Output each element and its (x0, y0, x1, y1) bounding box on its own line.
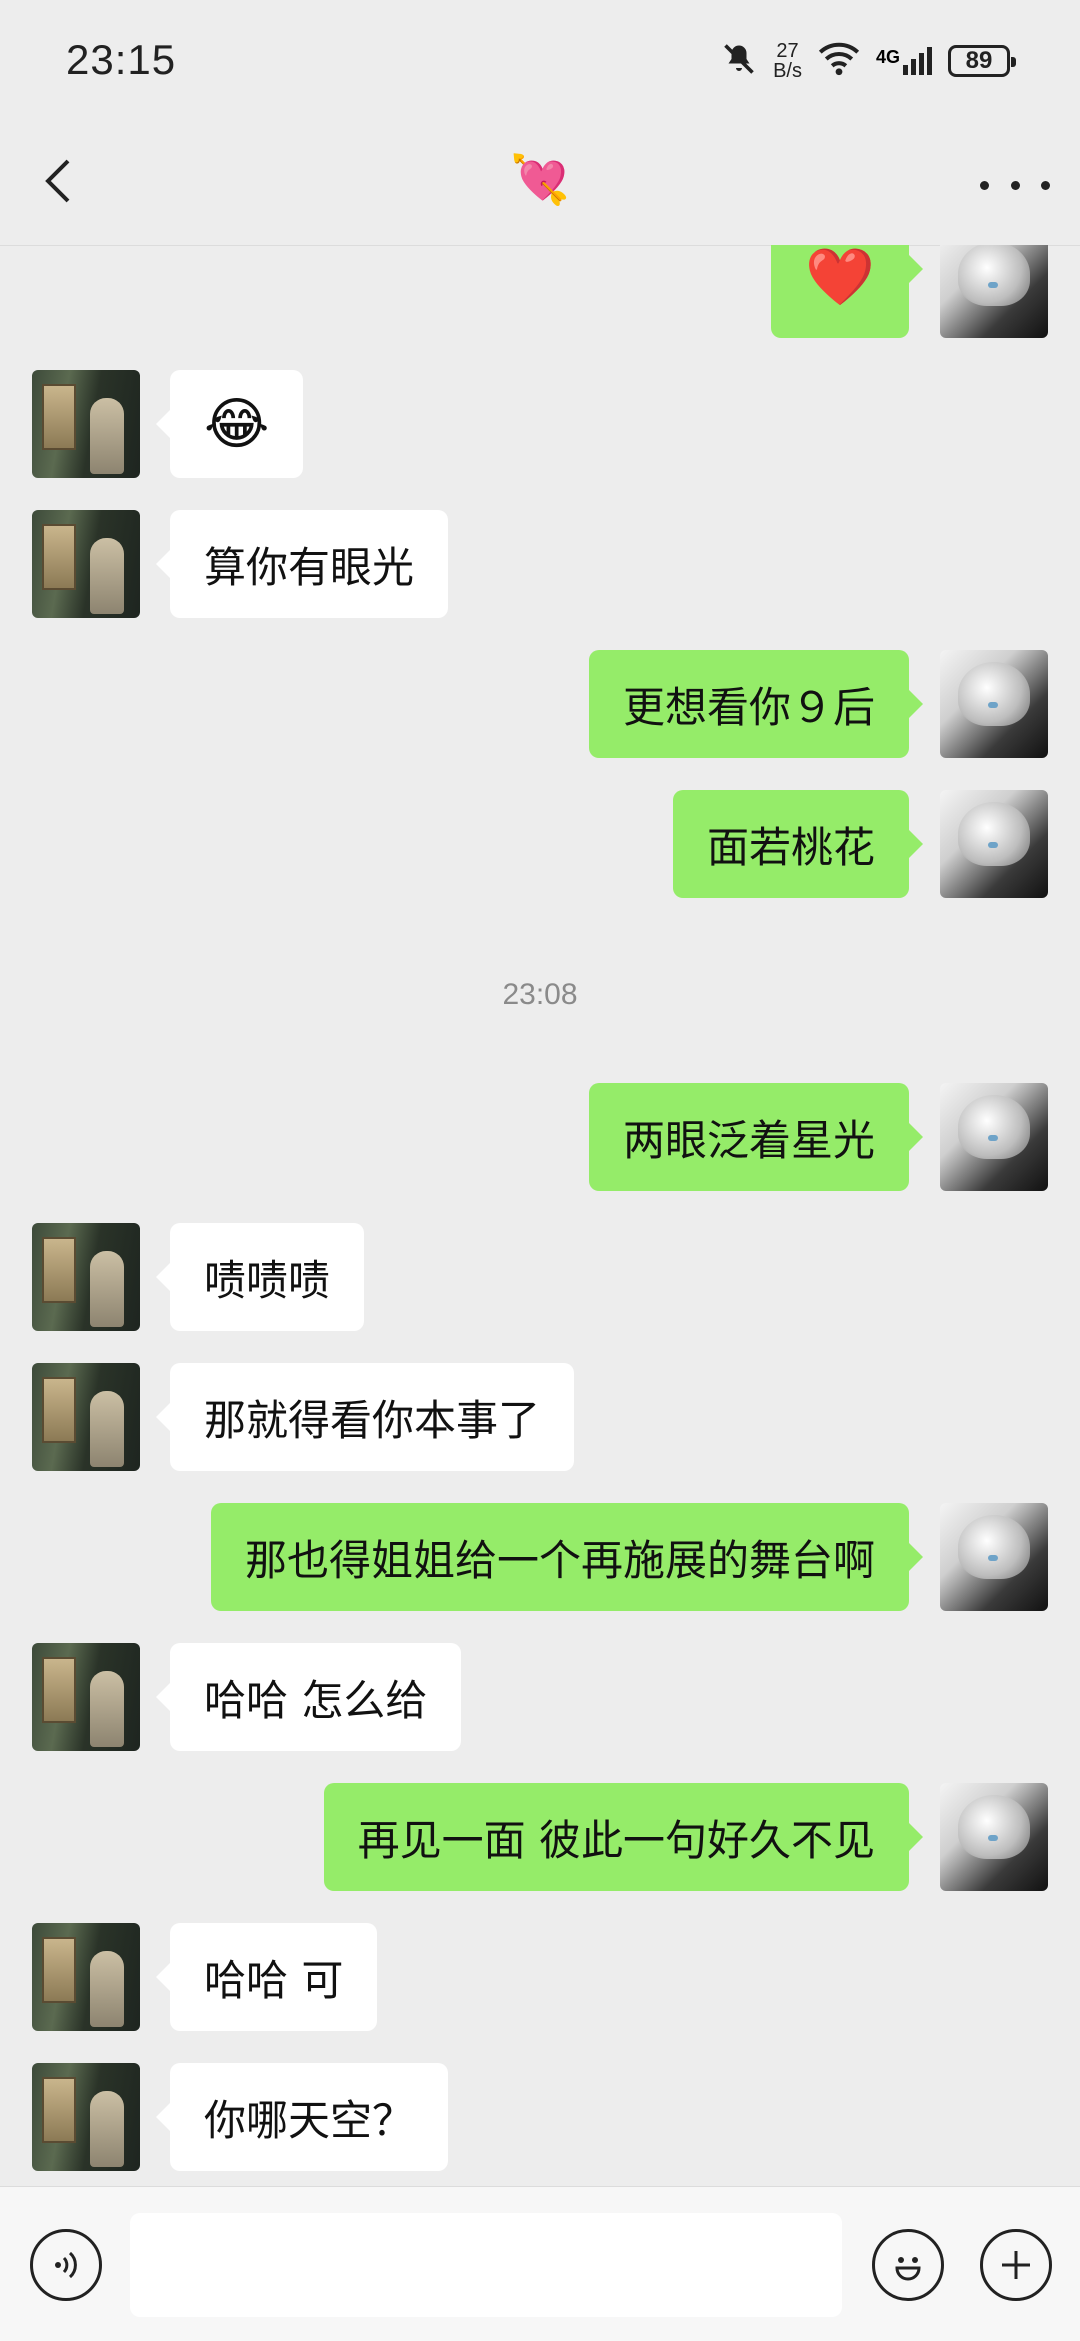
message-text: 再见一面 彼此一句好久不见 (357, 1815, 875, 1865)
contact-avatar[interactable] (32, 370, 140, 478)
message-input[interactable] (130, 2213, 842, 2317)
network-speed-unit: B/s (773, 60, 802, 82)
laughing-emoji: 😂 (204, 391, 270, 457)
voice-icon (55, 2251, 77, 2279)
message-bubble[interactable]: 算你有眼光 (155, 510, 449, 618)
network-type: 4G (875, 47, 900, 67)
message-bubble[interactable]: 那也得姐姐给一个再施展的舞台啊 (210, 1503, 924, 1611)
voice-button[interactable] (30, 2229, 102, 2301)
self-avatar[interactable] (940, 1083, 1048, 1191)
heart-emoji: ❤️ (805, 245, 875, 310)
message-text: 你哪天空？ (204, 2095, 415, 2145)
contact-avatar[interactable] (32, 1643, 140, 1751)
self-avatar[interactable] (940, 1503, 1048, 1611)
contact-avatar[interactable] (32, 2063, 140, 2171)
message-text: 算你有眼光 (204, 542, 415, 592)
self-avatar[interactable] (940, 790, 1048, 898)
battery-indicator: 89 (948, 45, 1016, 77)
contact-avatar[interactable] (32, 1923, 140, 2031)
cellular-signal-icon: 4G (876, 47, 932, 75)
status-icons: 27 B/s 4G 89 (721, 38, 1016, 84)
self-avatar[interactable] (940, 245, 1048, 338)
message-bubble[interactable]: ❤️ (771, 245, 923, 338)
message-text: 面若桃花 (706, 822, 875, 872)
message-bubble[interactable]: 两眼泛着星光 (588, 1083, 924, 1191)
message-timestamp: 23:08 (502, 978, 578, 1011)
network-speed-value: 27 (776, 40, 799, 62)
message-text: 哈哈 怎么给 (204, 1675, 428, 1725)
plus-icon (1002, 2251, 1030, 2279)
contact-avatar[interactable] (32, 510, 140, 618)
message-text: 更想看你９后 (622, 682, 875, 732)
message-text: 哈哈 可 (204, 1955, 344, 2005)
message-text: 两眼泛着星光 (622, 1115, 875, 1165)
message-text: 那也得姐姐给一个再施展的舞台啊 (244, 1535, 875, 1585)
self-avatar[interactable] (940, 650, 1048, 758)
message-text: 那就得看你本事了 (204, 1395, 541, 1445)
network-speed: 27 B/s (773, 41, 802, 81)
chat-title: 💘 (510, 152, 570, 208)
message-bubble[interactable]: 哈哈 可 (155, 1923, 378, 2031)
contact-avatar[interactable] (32, 1223, 140, 1331)
message-bubble[interactable]: 面若桃花 (672, 790, 924, 898)
battery-level: 89 (965, 47, 993, 74)
more-button[interactable] (980, 155, 1050, 215)
message-bubble[interactable]: 你哪天空？ (155, 2063, 449, 2171)
message-bubble[interactable]: 更想看你９后 (588, 650, 924, 758)
message-bubble[interactable]: 啧啧啧 (155, 1223, 365, 1331)
input-bar (0, 2186, 1080, 2341)
message-bubble[interactable]: 再见一面 彼此一句好久不见 (323, 1783, 924, 1891)
message-bubble[interactable]: 哈哈 怎么给 (155, 1643, 462, 1751)
contact-avatar[interactable] (32, 1363, 140, 1471)
message-list[interactable]: ❤️ 😂 算你有眼光 更想看你９后 面若桃花 23:08 两眼泛着星光 啧啧啧 … (0, 245, 1080, 2185)
status-time: 23:15 (66, 36, 177, 83)
status-bar: 23:15 27 B/s 4G 89 (0, 0, 1080, 125)
more-dots-icon (980, 180, 989, 190)
message-text: 啧啧啧 (204, 1255, 331, 1305)
self-avatar[interactable] (940, 1783, 1048, 1891)
wifi-icon (818, 42, 860, 80)
message-bubble[interactable]: 😂 (155, 370, 304, 478)
emoji-button[interactable] (872, 2229, 944, 2301)
emoji-icon (895, 2257, 921, 2281)
message-bubble[interactable]: 那就得看你本事了 (155, 1363, 575, 1471)
plus-button[interactable] (980, 2229, 1052, 2301)
chat-header: 💘 (0, 125, 1080, 246)
mute-bell-icon (721, 41, 757, 81)
